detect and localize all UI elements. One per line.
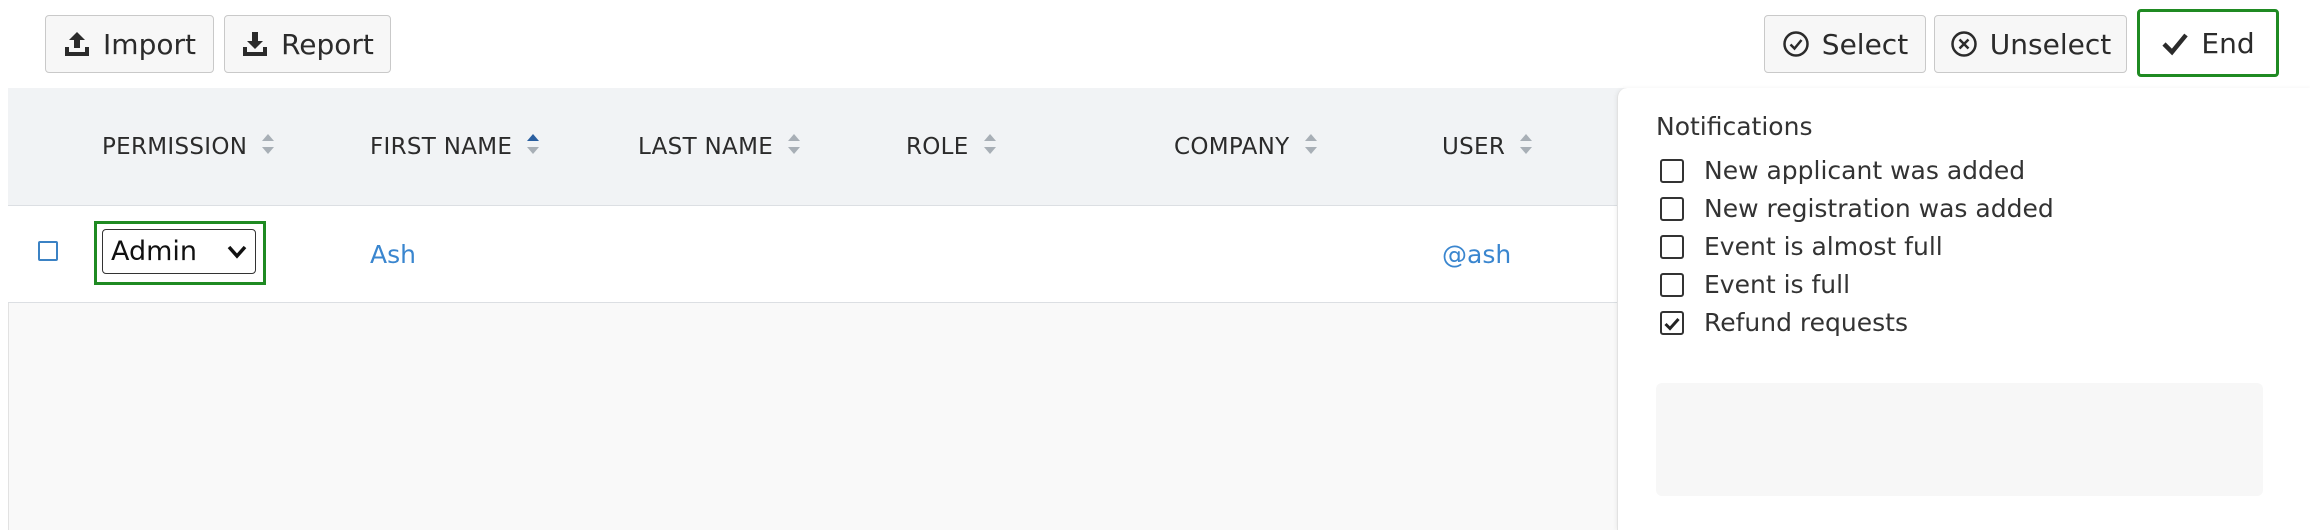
notification-checkbox[interactable] <box>1660 158 1684 183</box>
permission-value: Admin <box>111 236 198 267</box>
column-label: PERMISSION <box>102 134 248 160</box>
unselect-button[interactable]: Unselect <box>1934 15 2127 73</box>
notification-checkbox-checked[interactable] <box>1660 308 1684 337</box>
sort-icon <box>261 132 275 162</box>
import-label: Import <box>103 27 196 61</box>
notifications-panel: Notifications New applicant was added Ne… <box>1617 88 2310 530</box>
sort-ascending-icon <box>526 132 540 162</box>
notification-option[interactable]: New registration was added <box>1660 194 2054 223</box>
end-label: End <box>2201 26 2255 60</box>
permission-highlight: Admin <box>94 221 266 285</box>
column-header-company[interactable]: COMPANY <box>1174 132 1318 162</box>
sort-icon <box>787 132 801 162</box>
notification-option[interactable]: New applicant was added <box>1660 156 2025 185</box>
column-label: COMPANY <box>1174 134 1290 160</box>
x-circle-icon <box>1950 30 1978 58</box>
import-button[interactable]: Import <box>45 15 214 73</box>
column-header-user[interactable]: USER <box>1442 132 1533 162</box>
column-header-first-name[interactable]: FIRST NAME <box>370 132 540 162</box>
first-name-link[interactable]: Ash <box>370 240 416 269</box>
sort-icon <box>983 132 997 162</box>
sort-icon <box>1519 132 1533 162</box>
upload-icon <box>63 30 91 58</box>
notification-label: New applicant was added <box>1704 156 2026 185</box>
checkmark-icon <box>1664 308 1680 337</box>
check-circle-icon <box>1782 30 1810 58</box>
toolbar: Import Report Select Unselect End <box>0 0 2310 88</box>
notification-checkbox[interactable] <box>1660 196 1684 221</box>
end-button[interactable]: End <box>2137 9 2279 77</box>
row-checkbox[interactable] <box>38 241 58 261</box>
panel-footer-area <box>1656 383 2263 496</box>
sort-icon <box>1304 132 1318 162</box>
notification-option[interactable]: Refund requests <box>1660 308 1908 337</box>
notification-label: Event is full <box>1704 270 1851 299</box>
notification-label: Event is almost full <box>1704 232 1943 261</box>
column-label: LAST NAME <box>638 134 774 160</box>
download-icon <box>241 30 269 58</box>
user-link[interactable]: @ash <box>1442 240 1511 269</box>
checkmark-icon <box>2161 29 2189 57</box>
column-label: USER <box>1442 134 1506 160</box>
column-header-permission[interactable]: PERMISSION <box>102 132 275 162</box>
unselect-label: Unselect <box>1989 27 2112 61</box>
select-label: Select <box>1821 27 1909 61</box>
report-button[interactable]: Report <box>224 15 391 73</box>
notifications-title: Notifications <box>1656 112 1813 141</box>
column-header-role[interactable]: ROLE <box>906 132 997 162</box>
notification-checkbox[interactable] <box>1660 234 1684 259</box>
notification-option[interactable]: Event is full <box>1660 270 1850 299</box>
notification-option[interactable]: Event is almost full <box>1660 232 1943 261</box>
notification-checkbox[interactable] <box>1660 272 1684 297</box>
select-button[interactable]: Select <box>1764 15 1926 73</box>
permission-select[interactable]: Admin <box>102 229 256 274</box>
column-label: ROLE <box>906 134 969 160</box>
notification-label: New registration was added <box>1704 194 2054 223</box>
report-label: Report <box>281 27 374 61</box>
notification-label: Refund requests <box>1704 308 1908 337</box>
column-header-last-name[interactable]: LAST NAME <box>638 132 801 162</box>
column-label: FIRST NAME <box>370 134 513 160</box>
